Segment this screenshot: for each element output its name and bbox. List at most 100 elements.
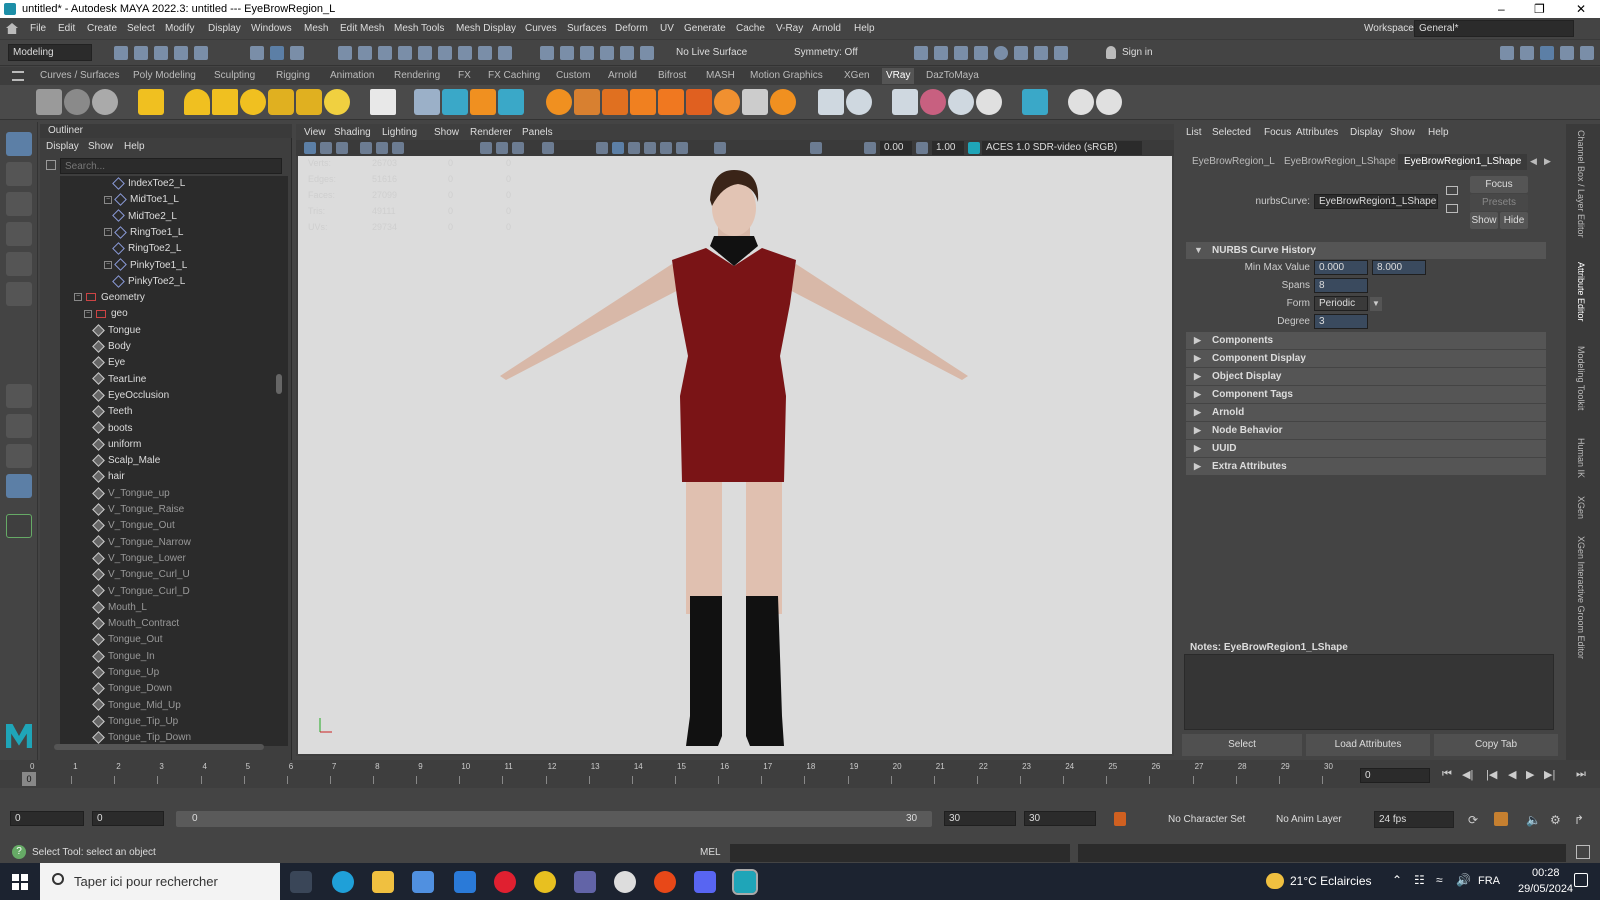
windows-start-icon[interactable] bbox=[12, 874, 28, 890]
shelf-tab-curves-surfaces[interactable]: Curves / Surfaces bbox=[40, 70, 119, 81]
tab-prev-icon[interactable]: ◀ bbox=[1530, 156, 1537, 167]
vray-fur-icon[interactable] bbox=[442, 89, 468, 115]
snap-vertex-icon[interactable] bbox=[438, 46, 452, 60]
vray-frame-buffer-icon[interactable] bbox=[64, 89, 90, 115]
weather-icon[interactable] bbox=[1266, 873, 1284, 889]
select-component-icon[interactable] bbox=[290, 46, 304, 60]
lasso-tool-icon[interactable] bbox=[6, 162, 32, 186]
hide-button[interactable]: Hide bbox=[1500, 212, 1528, 229]
node-name-field[interactable]: EyeBrowRegion1_LShape bbox=[1314, 194, 1438, 209]
current-frame-field[interactable]: 0 bbox=[1360, 768, 1430, 783]
collapse-icon[interactable]: − bbox=[104, 228, 112, 237]
clock-time[interactable]: 00:28 bbox=[1532, 867, 1560, 879]
teams-icon[interactable] bbox=[574, 871, 596, 893]
copy-node-icon[interactable] bbox=[1446, 204, 1458, 213]
outliner-item[interactable]: uniform bbox=[92, 437, 141, 453]
vray-grid-icon[interactable] bbox=[658, 89, 684, 115]
section-component-display[interactable]: ▶ Component Display bbox=[1186, 350, 1546, 367]
image-plane-icon[interactable] bbox=[360, 142, 372, 154]
wireframe-icon[interactable] bbox=[596, 142, 608, 154]
side-tab-human-ik[interactable]: Human IK bbox=[1576, 438, 1586, 478]
presets-button[interactable]: Presets bbox=[1470, 194, 1528, 211]
film-gate-icon[interactable] bbox=[496, 142, 508, 154]
outliner-item[interactable]: V_Tongue_up bbox=[92, 486, 170, 502]
show-button[interactable]: Show bbox=[1470, 212, 1498, 229]
section-component-tags[interactable]: ▶ Component Tags bbox=[1186, 386, 1546, 403]
lock-icon[interactable] bbox=[478, 46, 492, 60]
ea-app-icon[interactable] bbox=[654, 871, 676, 893]
shelf-menu-icon[interactable] bbox=[12, 71, 24, 81]
select-hierarchy-icon[interactable] bbox=[250, 46, 264, 60]
viewport-menu-renderer[interactable]: Renderer bbox=[470, 127, 512, 138]
new-scene-icon[interactable] bbox=[114, 46, 128, 60]
menu-select[interactable]: Select bbox=[127, 23, 155, 34]
tab-eyebrowregion1-lshape[interactable]: EyeBrowRegion1_LShape bbox=[1398, 154, 1528, 170]
menu-vray[interactable]: V-Ray bbox=[776, 23, 803, 34]
lights-icon[interactable] bbox=[660, 142, 672, 154]
home-icon[interactable] bbox=[6, 23, 18, 34]
outliner-item[interactable]: V_Tongue_Lower bbox=[92, 551, 186, 567]
language-indicator[interactable]: FRA bbox=[1478, 875, 1500, 887]
history-icon[interactable] bbox=[498, 46, 512, 60]
outliner-item[interactable]: Tongue_Mid_Up bbox=[92, 698, 181, 714]
outliner-menu-display[interactable]: Display bbox=[46, 141, 79, 152]
outliner-item[interactable]: TearLine bbox=[92, 372, 146, 388]
menu-uv[interactable]: UV bbox=[660, 23, 674, 34]
shelf-tab-vray[interactable]: VRay bbox=[882, 68, 915, 84]
vray-dome-light-icon[interactable] bbox=[184, 89, 210, 115]
single-view-layout-icon[interactable] bbox=[6, 384, 32, 408]
bookmarks-icon[interactable] bbox=[336, 142, 348, 154]
lasso-icon[interactable] bbox=[540, 46, 554, 60]
render-settings-icon[interactable] bbox=[974, 46, 988, 60]
exposure-icon[interactable] bbox=[864, 142, 876, 154]
paint-select-tool-icon[interactable] bbox=[6, 192, 32, 216]
shelf-tab-mash[interactable]: MASH bbox=[706, 70, 735, 81]
menu-help[interactable]: Help bbox=[854, 23, 875, 34]
vray-sun-icon[interactable] bbox=[324, 89, 350, 115]
shelf-tab-fx-caching[interactable]: FX Caching bbox=[488, 70, 540, 81]
tab-eyebrowregion-lshape[interactable]: EyeBrowRegion_LShape bbox=[1278, 154, 1402, 170]
four-view-layout-icon[interactable] bbox=[6, 414, 32, 438]
loop-icon[interactable]: ⟳ bbox=[1468, 813, 1478, 827]
wifi-icon[interactable]: ≈ bbox=[1436, 873, 1443, 887]
anim-prefs-icon[interactable]: ⚙ bbox=[1550, 813, 1561, 827]
vray-hair-icon[interactable] bbox=[892, 89, 918, 115]
collapse-icon[interactable]: − bbox=[104, 195, 112, 204]
vray-mesh-light-icon[interactable] bbox=[268, 89, 294, 115]
play-back-icon[interactable]: ◀ bbox=[1508, 768, 1516, 781]
two-d-pan-icon[interactable] bbox=[376, 142, 388, 154]
snap-point-icon[interactable] bbox=[378, 46, 392, 60]
menu-arnold[interactable]: Arnold bbox=[812, 23, 841, 34]
taskbar-search-box[interactable]: Taper ici pour rechercher bbox=[40, 863, 280, 900]
load-attributes-button[interactable]: Load Attributes bbox=[1306, 734, 1430, 756]
spans-field[interactable]: 8 bbox=[1314, 278, 1368, 293]
outliner-item[interactable]: Body bbox=[92, 339, 131, 355]
minimize-button[interactable]: – bbox=[1498, 2, 1505, 16]
go-to-start-icon[interactable]: ⏮ bbox=[1442, 768, 1452, 781]
pause-icon[interactable] bbox=[1054, 46, 1068, 60]
script-editor-icon[interactable] bbox=[1576, 845, 1590, 859]
vray-rect-light-icon[interactable] bbox=[212, 89, 238, 115]
side-tab-modeling-toolkit[interactable]: Modeling Toolkit bbox=[1576, 346, 1586, 410]
paint-select-icon[interactable] bbox=[560, 46, 574, 60]
outliner-search-input[interactable]: Search... bbox=[60, 158, 282, 174]
chrome-icon[interactable] bbox=[534, 871, 556, 893]
save-scene-icon[interactable] bbox=[154, 46, 168, 60]
xray-icon[interactable] bbox=[714, 142, 726, 154]
vray-vrscene-icon[interactable] bbox=[498, 89, 524, 115]
viewport-menu-lighting[interactable]: Lighting bbox=[382, 127, 417, 138]
outliner-item[interactable]: Mouth_Contract bbox=[92, 616, 179, 632]
shelf-tab-custom[interactable]: Custom bbox=[556, 70, 590, 81]
collapse-icon[interactable]: − bbox=[104, 260, 112, 269]
vray-plugin-icon[interactable] bbox=[1068, 89, 1094, 115]
file-explorer-icon[interactable] bbox=[372, 871, 394, 893]
snap-surface-icon[interactable] bbox=[418, 46, 432, 60]
vray-toon-icon[interactable] bbox=[546, 89, 572, 115]
menu-modify[interactable]: Modify bbox=[165, 23, 194, 34]
light-editor-icon[interactable] bbox=[1034, 46, 1048, 60]
task-view-icon[interactable] bbox=[290, 871, 312, 893]
mail-icon[interactable] bbox=[454, 871, 476, 893]
resolution-gate-icon[interactable] bbox=[512, 142, 524, 154]
weather-text[interactable]: 21°C Eclaircies bbox=[1290, 874, 1372, 888]
vray-fur-node-icon[interactable] bbox=[602, 89, 628, 115]
